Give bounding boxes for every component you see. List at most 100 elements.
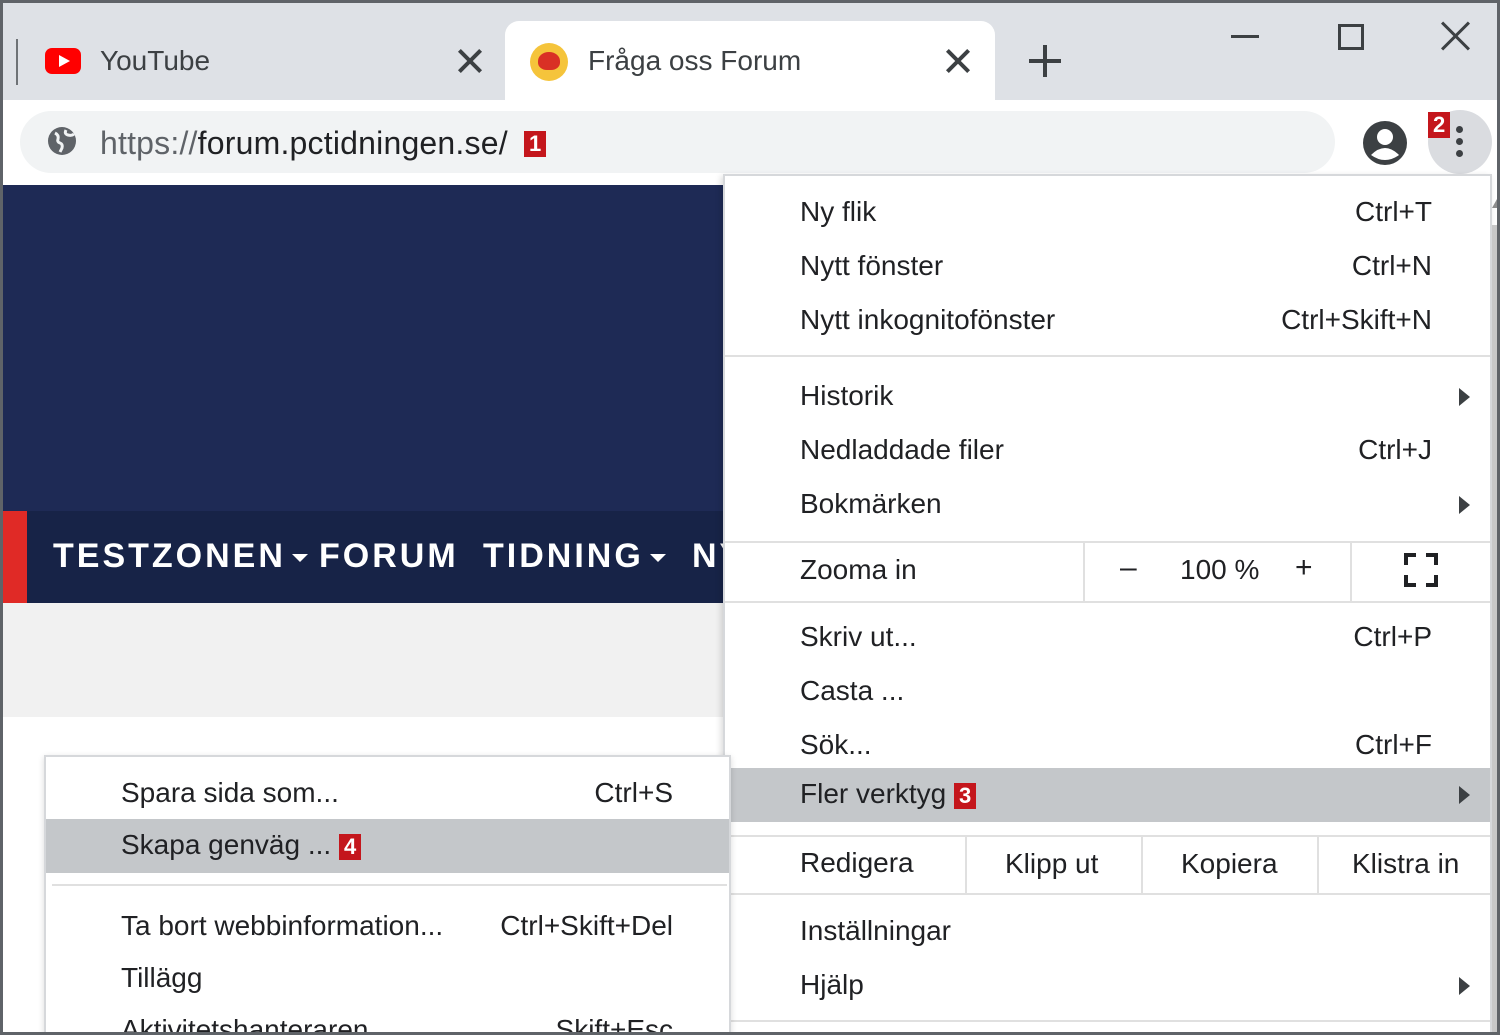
fullscreen-icon[interactable] — [1404, 553, 1438, 587]
submenu-item-label: Ta bort webbinformation... — [121, 910, 444, 941]
nav-item-ny[interactable]: NY — [692, 537, 723, 576]
scroll-up-arrow-icon[interactable] — [1492, 199, 1497, 208]
submenu-item-shortcut: Skift+Esc — [555, 1014, 673, 1035]
nav-item-tidning[interactable]: TIDNING — [483, 537, 666, 576]
menu-item-label: Ny flik — [800, 196, 877, 227]
menu-item-bookmarks[interactable]: Bokmärken — [725, 478, 1490, 532]
menu-item-shortcut: Ctrl+N — [1351, 250, 1432, 281]
menu-item-history[interactable]: Historik — [725, 370, 1490, 424]
submenu-item-create-shortcut[interactable]: Skapa genväg ... 4 — [46, 819, 729, 873]
menu-item-label: Skriv ut... — [800, 621, 917, 652]
submenu-item-clear-browsing-data[interactable]: Ta bort webbinformation... Ctrl+Skift+De… — [46, 900, 729, 954]
maximize-button[interactable] — [1338, 24, 1364, 50]
browser-window: YouTube Fråga oss Forum https://forum.pc… — [0, 0, 1500, 1035]
youtube-icon — [45, 48, 81, 74]
menu-item-label: Nytt inkognitofönster — [800, 304, 1056, 335]
menu-item-cast[interactable]: Casta ... — [725, 665, 1490, 719]
step-badge-2: 2 — [1428, 112, 1451, 138]
tab-strip: YouTube Fråga oss Forum — [3, 3, 1497, 101]
menu-separator — [725, 1020, 1490, 1022]
url-text: https://forum.pctidningen.se/ — [100, 125, 508, 162]
zoom-in-button[interactable]: + — [1295, 551, 1313, 585]
caret-down-icon — [649, 554, 666, 563]
paste-button[interactable]: Klistra in — [1317, 837, 1490, 893]
cut-button[interactable]: Klipp ut — [965, 837, 1141, 893]
fullscreen-cell — [1350, 543, 1490, 601]
menu-item-label: Fler verktyg 3 — [800, 778, 977, 810]
menu-item-label: Historik — [800, 380, 894, 411]
submenu-item-task-manager[interactable]: Aktivitetshanteraren Skift+Esc — [46, 1004, 729, 1035]
tab-separator — [16, 39, 18, 85]
submenu-item-label: Aktivitetshanteraren — [121, 1014, 369, 1035]
menu-item-shortcut: Ctrl+J — [1358, 434, 1432, 465]
step-badge-4: 4 — [338, 833, 362, 860]
menu-item-label: Casta ... — [800, 675, 905, 706]
tab-forum-title: Fråga oss Forum — [588, 45, 802, 76]
account-icon[interactable] — [1362, 120, 1408, 166]
submenu-item-extensions[interactable]: Tillägg — [46, 952, 729, 1006]
submenu-item-label: Skapa genväg ... 4 — [121, 829, 362, 861]
caret-down-icon — [291, 554, 308, 563]
zoom-controls: – 100 % + — [1083, 543, 1350, 601]
submenu-item-label: Spara sida som... — [121, 777, 339, 808]
close-tab-forum-icon[interactable] — [944, 47, 972, 75]
globe-icon — [48, 127, 76, 155]
submenu-item-save-page[interactable]: Spara sida som... Ctrl+S — [46, 767, 729, 821]
submenu-arrow-icon — [1459, 388, 1470, 406]
scrollbar[interactable] — [1492, 225, 1497, 1032]
step-badge-3: 3 — [954, 782, 977, 809]
menu-item-help[interactable]: Hjälp — [725, 959, 1490, 1013]
submenu-arrow-icon — [1459, 786, 1470, 804]
url-scheme: https:// — [100, 125, 198, 161]
kebab-dot-icon — [1456, 126, 1463, 133]
menu-item-label: Nedladdade filer — [800, 434, 1004, 465]
browser-toolbar: https://forum.pctidningen.se/ 1 — [3, 100, 1497, 185]
menu-item-downloads[interactable]: Nedladdade filer Ctrl+J — [725, 424, 1490, 478]
submenu-arrow-icon — [1459, 977, 1470, 995]
page-gray-band — [3, 603, 723, 717]
nav-item-forum[interactable]: FORUM — [319, 537, 459, 576]
menu-item-new-window[interactable]: Nytt fönster Ctrl+N — [725, 240, 1490, 294]
menu-separator — [725, 355, 1490, 357]
address-bar[interactable]: https://forum.pctidningen.se/ — [20, 111, 1335, 173]
menu-item-shortcut: Ctrl+P — [1353, 621, 1432, 652]
kebab-dot-icon — [1456, 138, 1463, 145]
menu-item-new-incognito-window[interactable]: Nytt inkognitofönster Ctrl+Skift+N — [725, 294, 1490, 348]
nav-accent-bar — [3, 511, 27, 603]
close-tab-youtube-icon[interactable] — [456, 47, 484, 75]
menu-separator — [52, 884, 727, 886]
zoom-row: Zooma in – 100 % + — [725, 543, 1490, 601]
more-tools-submenu: Spara sida som... Ctrl+S Skapa genväg ..… — [44, 755, 731, 1035]
menu-item-label: Sök... — [800, 729, 872, 760]
copy-button[interactable]: Kopiera — [1141, 837, 1317, 893]
submenu-item-shortcut: Ctrl+S — [594, 777, 673, 808]
menu-separator — [725, 601, 1490, 603]
menu-item-find[interactable]: Sök... Ctrl+F — [725, 719, 1490, 773]
minimize-button[interactable] — [1231, 35, 1259, 38]
tab-youtube-title: YouTube — [100, 45, 211, 76]
menu-item-shortcut: Ctrl+T — [1355, 196, 1432, 227]
menu-item-label: Bokmärken — [800, 488, 942, 519]
url-host: forum.pctidningen.se/ — [197, 125, 508, 161]
nav-item-testzonen[interactable]: TESTZONEN — [53, 537, 308, 576]
close-window-button[interactable] — [1441, 21, 1471, 51]
menu-item-label: Hjälp — [800, 969, 864, 1000]
menu-item-settings[interactable]: Inställningar — [725, 905, 1490, 959]
zoom-label: Zooma in — [800, 554, 917, 585]
menu-item-shortcut: Ctrl+Skift+N — [1281, 304, 1432, 335]
menu-item-print[interactable]: Skriv ut... Ctrl+P — [725, 611, 1490, 665]
menu-item-more-tools[interactable]: Fler verktyg 3 — [725, 768, 1490, 822]
zoom-out-button[interactable]: – — [1120, 551, 1137, 585]
site-header-banner — [3, 185, 723, 511]
menu-item-label: Inställningar — [800, 915, 951, 946]
menu-item-label: Nytt fönster — [800, 250, 944, 281]
menu-separator — [725, 893, 1490, 895]
forum-favicon-icon — [530, 43, 568, 81]
submenu-item-label: Tillägg — [121, 962, 203, 993]
menu-item-new-tab[interactable]: Ny flik Ctrl+T — [725, 186, 1490, 240]
menu-item-shortcut: Ctrl+F — [1355, 729, 1432, 760]
kebab-dot-icon — [1456, 150, 1463, 157]
new-tab-button[interactable] — [1027, 43, 1063, 79]
step-badge-1: 1 — [524, 131, 547, 157]
edit-row: Redigera Klipp ut Kopiera Klistra in — [725, 837, 1490, 893]
